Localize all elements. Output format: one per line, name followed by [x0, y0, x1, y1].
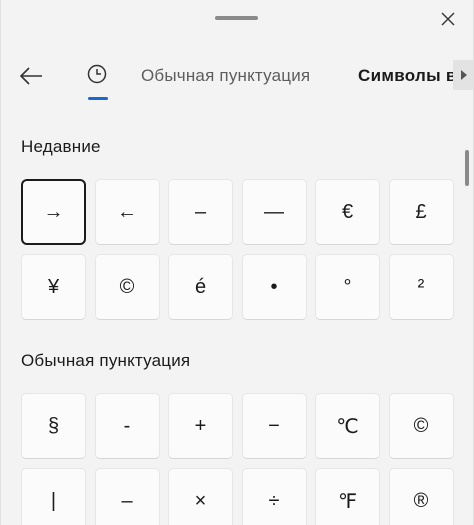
active-tab-indicator [88, 97, 108, 100]
close-button[interactable] [433, 4, 463, 34]
symbol-key[interactable]: × [168, 468, 233, 525]
emoji-symbol-panel: Обычная пунктуация Символы валюты Недавн… [0, 0, 474, 525]
drag-handle[interactable] [215, 16, 258, 20]
section-title-punctuation: Обычная пунктуация [21, 351, 191, 370]
symbol-key[interactable]: ¥ [21, 254, 86, 320]
symbol-key[interactable]: ℉ [315, 468, 380, 525]
caret-right-icon [461, 70, 467, 80]
symbol-key[interactable]: – [94, 468, 160, 525]
symbol-key[interactable]: + [168, 393, 233, 459]
symbol-key[interactable]: € [315, 179, 380, 245]
arrow-left-icon [19, 67, 42, 85]
symbol-key[interactable]: § [21, 393, 86, 459]
section-title-recent: Недавние [21, 137, 101, 156]
symbol-key[interactable]: ÷ [241, 468, 307, 525]
symbol-key[interactable]: – [168, 179, 233, 245]
scroll-tabs-right-button[interactable] [453, 60, 473, 90]
symbol-key[interactable]: é [168, 254, 233, 320]
tab-recent[interactable] [79, 56, 115, 102]
symbol-key[interactable]: • [241, 254, 307, 320]
scrollbar-thumb[interactable] [465, 150, 469, 186]
clock-icon [87, 64, 107, 84]
back-button[interactable] [13, 58, 49, 94]
symbol-key[interactable]: | [21, 468, 86, 525]
category-nav: Обычная пунктуация Символы валюты [1, 52, 473, 104]
symbol-key[interactable]: © [388, 393, 454, 459]
symbol-key[interactable]: → [21, 179, 86, 245]
symbol-key[interactable]: ² [388, 254, 454, 320]
symbol-key[interactable]: £ [388, 179, 454, 245]
tab-punctuation[interactable]: Обычная пунктуация [141, 66, 310, 86]
symbol-key[interactable]: — [241, 179, 307, 245]
symbol-key[interactable]: ← [94, 179, 160, 245]
symbol-key[interactable]: © [94, 254, 160, 320]
symbol-key[interactable]: ® [388, 468, 454, 525]
symbol-key[interactable]: ° [315, 254, 380, 320]
symbol-grid-recent: → ← – — € £ ¥ © é • ° ² [21, 179, 454, 320]
symbol-grid-punctuation: § - + − ℃ © | – × ÷ ℉ ® [21, 393, 454, 525]
symbol-key[interactable]: − [241, 393, 307, 459]
symbol-key[interactable]: - [94, 393, 160, 459]
symbol-key[interactable]: ℃ [315, 393, 380, 459]
close-icon [441, 12, 455, 26]
